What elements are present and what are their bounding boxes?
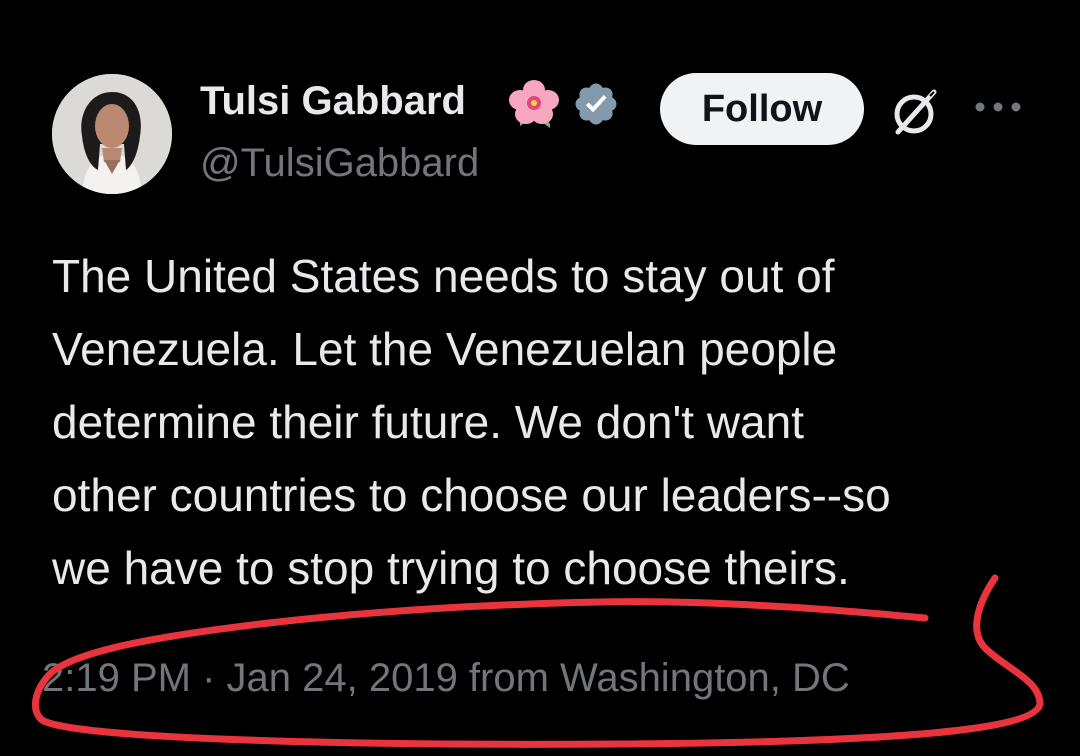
tweet-line: The United States needs to stay out of [52, 250, 835, 302]
user-handle[interactable]: @TulsiGabbard [200, 140, 479, 186]
tweet-line: other countries to choose our leaders--s… [52, 469, 891, 521]
tweet-line: we have to stop trying to choose theirs. [52, 542, 850, 594]
grok-icon[interactable] [884, 82, 944, 142]
avatar[interactable] [52, 74, 172, 194]
more-options-icon[interactable] [970, 92, 1026, 122]
hibiscus-emoji-icon [506, 78, 562, 130]
tweet-line: determine their future. We don't want [52, 396, 804, 448]
verified-badge-icon[interactable] [572, 80, 620, 128]
avatar-image [52, 74, 172, 194]
tweet-text: The United States needs to stay out of V… [52, 240, 1052, 605]
tweet-line: Venezuela. Let the Venezuelan people [52, 323, 838, 375]
tweet-timestamp[interactable]: 2:19 PM · Jan 24, 2019 from Washington, … [42, 652, 850, 704]
follow-button[interactable]: Follow [660, 73, 864, 145]
display-name[interactable]: Tulsi Gabbard [200, 78, 466, 124]
